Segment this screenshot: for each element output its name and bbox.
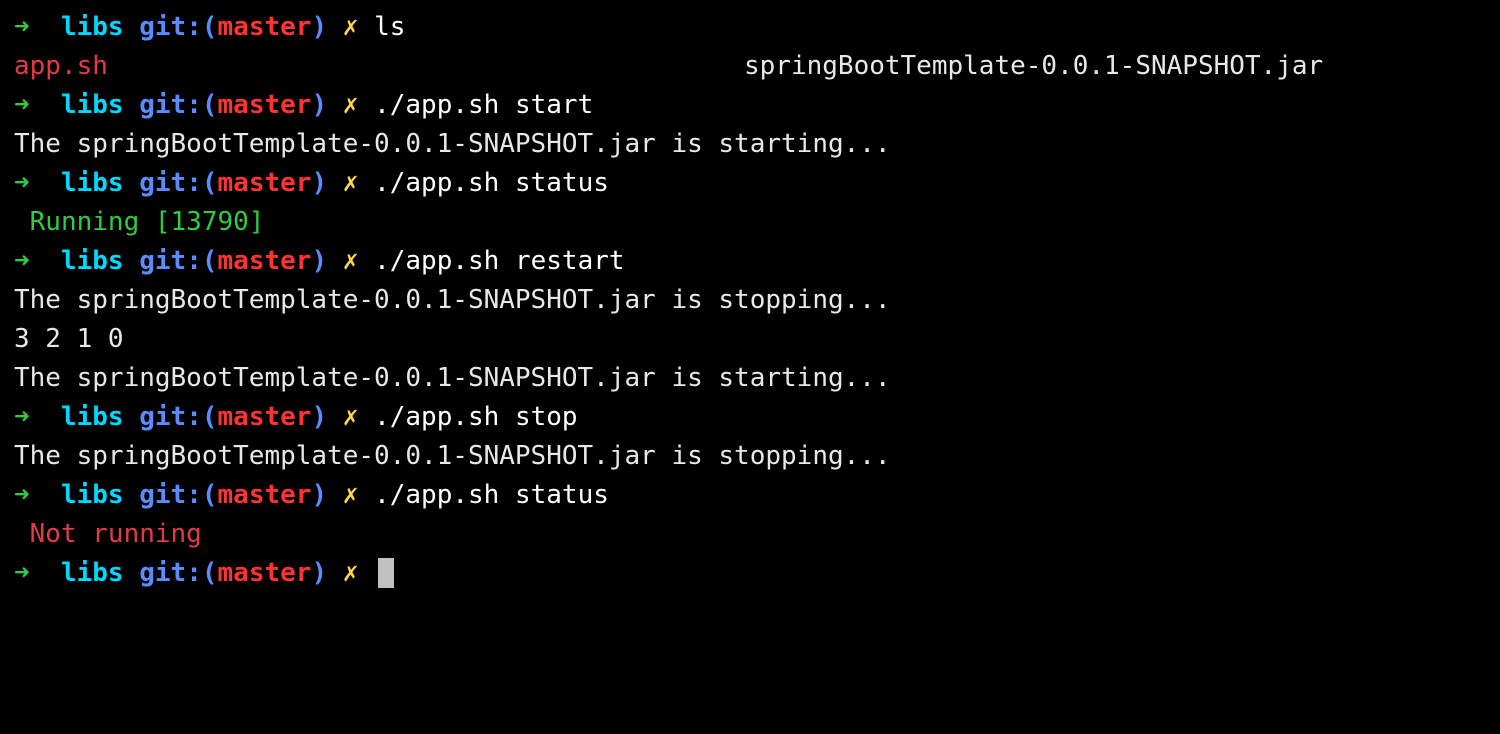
git-branch: master (218, 168, 312, 198)
prompt-arrow-icon: ➜ (14, 246, 30, 276)
output-line: The springBootTemplate-0.0.1-SNAPSHOT.ja… (14, 359, 1486, 398)
prompt-arrow-icon: ➜ (14, 402, 30, 432)
prompt-arrow-icon: ➜ (14, 168, 30, 198)
ls-output-row: app.shspringBootTemplate-0.0.1-SNAPSHOT.… (14, 47, 1486, 86)
prompt-line: ➜ libs git:(master) ✗ (14, 554, 1486, 593)
prompt-directory: libs (61, 480, 124, 510)
ls-file-executable: app.sh (14, 47, 744, 86)
git-branch: master (218, 402, 312, 432)
git-close-paren: ) (311, 12, 327, 42)
git-label: git:( (139, 12, 217, 42)
cursor[interactable] (378, 558, 394, 588)
git-branch: master (218, 246, 312, 276)
git-branch: master (218, 12, 312, 42)
git-label: git:( (139, 90, 217, 120)
git-label: git:( (139, 168, 217, 198)
git-dirty-icon: ✗ (343, 246, 359, 276)
prompt-line: ➜ libs git:(master) ✗ ./app.sh stop (14, 398, 1486, 437)
output-line: Not running (14, 515, 1486, 554)
prompt-directory: libs (61, 90, 124, 120)
output-line: The springBootTemplate-0.0.1-SNAPSHOT.ja… (14, 437, 1486, 476)
git-branch: master (218, 480, 312, 510)
git-label: git:( (139, 480, 217, 510)
git-dirty-icon: ✗ (343, 480, 359, 510)
git-close-paren: ) (311, 168, 327, 198)
ls-file: springBootTemplate-0.0.1-SNAPSHOT.jar (744, 47, 1323, 86)
command-text: ./app.sh status (374, 168, 609, 198)
prompt-arrow-icon: ➜ (14, 90, 30, 120)
command-text: ls (374, 12, 405, 42)
prompt-directory: libs (61, 558, 124, 588)
git-label: git:( (139, 402, 217, 432)
prompt-line: ➜ libs git:(master) ✗ ./app.sh start (14, 86, 1486, 125)
prompt-arrow-icon: ➜ (14, 480, 30, 510)
output-line: The springBootTemplate-0.0.1-SNAPSHOT.ja… (14, 125, 1486, 164)
command-text: ./app.sh stop (374, 402, 578, 432)
command-text: ./app.sh start (374, 90, 593, 120)
git-dirty-icon: ✗ (343, 402, 359, 432)
git-branch: master (218, 90, 312, 120)
prompt-line: ➜ libs git:(master) ✗ ./app.sh status (14, 476, 1486, 515)
prompt-directory: libs (61, 168, 124, 198)
git-dirty-icon: ✗ (343, 90, 359, 120)
command-text: ./app.sh restart (374, 246, 624, 276)
prompt-directory: libs (61, 246, 124, 276)
prompt-line: ➜ libs git:(master) ✗ ls (14, 8, 1486, 47)
prompt-line: ➜ libs git:(master) ✗ ./app.sh status (14, 164, 1486, 203)
prompt-line: ➜ libs git:(master) ✗ ./app.sh restart (14, 242, 1486, 281)
git-close-paren: ) (311, 246, 327, 276)
output-line: 3 2 1 0 (14, 320, 1486, 359)
prompt-arrow-icon: ➜ (14, 558, 30, 588)
prompt-arrow-icon: ➜ (14, 12, 30, 42)
git-close-paren: ) (311, 558, 327, 588)
git-close-paren: ) (311, 402, 327, 432)
git-dirty-icon: ✗ (343, 558, 359, 588)
git-close-paren: ) (311, 480, 327, 510)
git-branch: master (218, 558, 312, 588)
prompt-directory: libs (61, 402, 124, 432)
output-line: The springBootTemplate-0.0.1-SNAPSHOT.ja… (14, 281, 1486, 320)
terminal-output[interactable]: ➜ libs git:(master) ✗ lsapp.shspringBoot… (14, 8, 1486, 593)
git-label: git:( (139, 246, 217, 276)
output-line: Running [13790] (14, 203, 1486, 242)
git-label: git:( (139, 558, 217, 588)
git-dirty-icon: ✗ (343, 168, 359, 198)
git-close-paren: ) (311, 90, 327, 120)
command-text: ./app.sh status (374, 480, 609, 510)
git-dirty-icon: ✗ (343, 12, 359, 42)
prompt-directory: libs (61, 12, 124, 42)
